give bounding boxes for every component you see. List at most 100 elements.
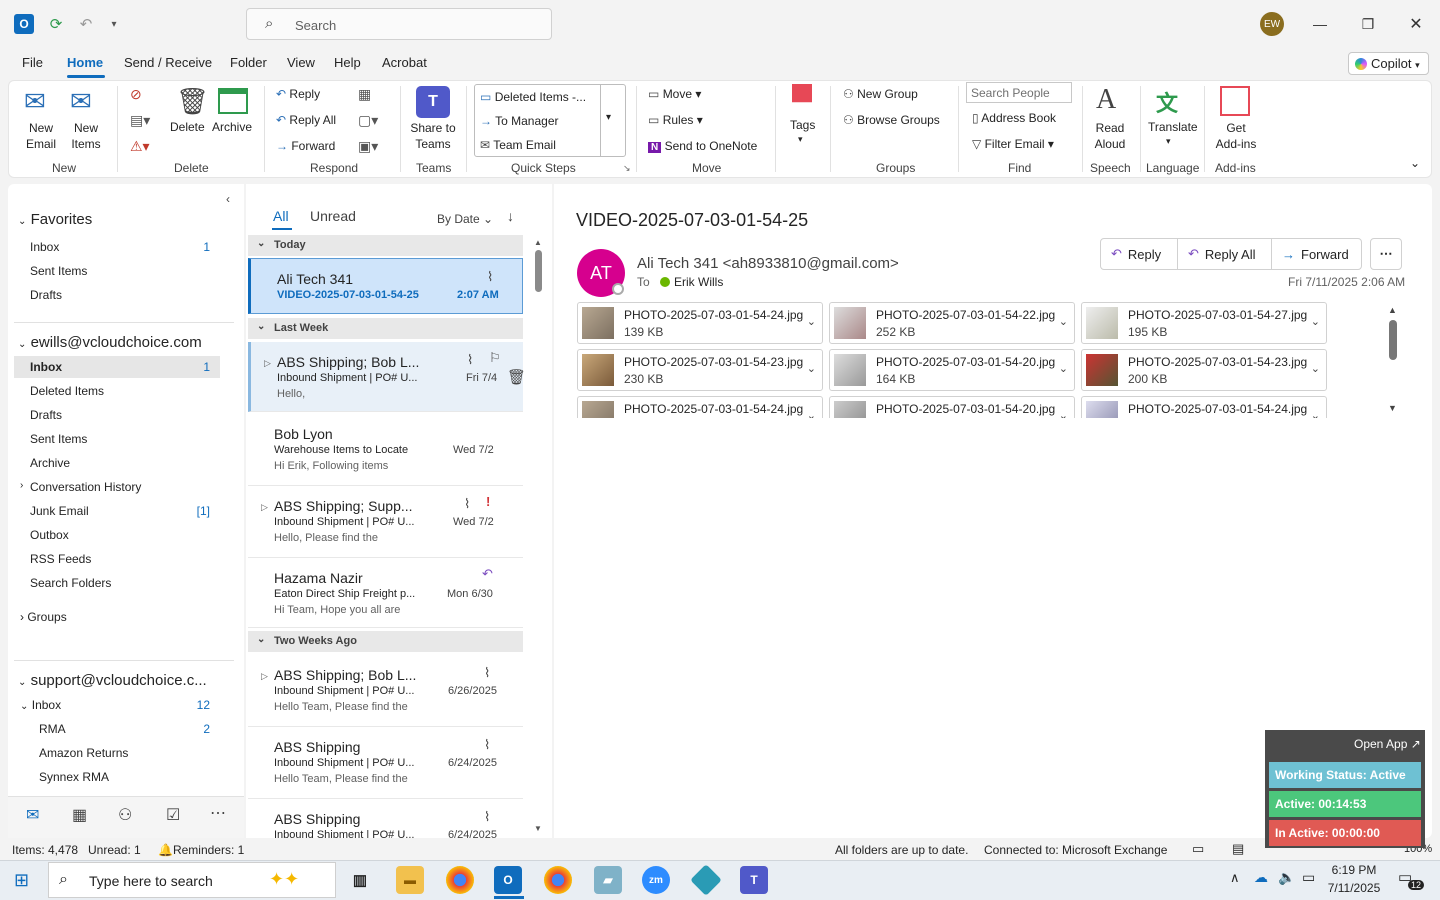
account-header-ewills[interactable]: ⌄ ewills@vcloudchoice.com (18, 334, 202, 351)
dialog-launcher-icon[interactable]: ↘ (623, 163, 631, 174)
delete-icon[interactable]: 🗑 (507, 368, 526, 386)
list-item[interactable]: Hazama Nazir Eaton Direct Ship Freight p… (248, 558, 523, 628)
folder-rss-feeds[interactable]: RSS Feeds (30, 552, 91, 566)
tab-all[interactable]: All (273, 208, 289, 224)
menu-send-receive[interactable]: Send / Receive (124, 55, 212, 70)
meeting-icon[interactable]: ▦ (358, 86, 371, 103)
browse-groups-button[interactable]: ⚇ Browse Groups (843, 113, 940, 127)
onedrive-icon[interactable]: ☁ (1254, 869, 1268, 886)
zoom-icon[interactable]: zm (642, 866, 670, 894)
close-button[interactable]: ✕ (1401, 10, 1431, 38)
chrome-profile-icon[interactable] (544, 866, 572, 894)
fav-inbox[interactable]: Inbox (30, 240, 59, 254)
list-scrollbar[interactable] (534, 236, 542, 836)
reading-forward-button[interactable]: → Forward (1271, 238, 1362, 270)
app-icon[interactable]: ▰ (594, 866, 622, 894)
taskbar-search[interactable]: ⌕ Type here to search ✦✦ (48, 862, 336, 898)
attachments-scroll-thumb[interactable] (1389, 320, 1397, 360)
list-item[interactable]: ▷ ABS Shipping; Bob L... Inbound Shipmen… (248, 342, 526, 412)
groups-header[interactable]: › Groups (20, 610, 67, 624)
attachment-menu-icon[interactable]: ⌄ (1059, 362, 1068, 375)
minimize-button[interactable]: — (1305, 10, 1335, 38)
group-header-two-weeks[interactable]: ⌄ Two Weeks Ago (248, 631, 523, 652)
file-explorer-icon[interactable]: ▬ (396, 866, 424, 894)
sync-icon[interactable]: ⟳ (46, 14, 66, 34)
attachments-scroll-down-icon[interactable]: ▼ (1388, 403, 1397, 413)
list-item[interactable]: ▷ ABS Shipping; Bob L... Inbound Shipmen… (248, 655, 523, 727)
new-items-button[interactable]: New Items (66, 120, 106, 152)
scroll-down-icon[interactable]: ▼ (534, 824, 542, 833)
network-icon[interactable]: ▭ (1302, 869, 1315, 886)
volume-icon[interactable]: 🔈 (1278, 869, 1295, 886)
folder-sent-items[interactable]: Sent Items (30, 432, 87, 446)
new-group-button[interactable]: ⚇ New Group (843, 87, 918, 101)
reply-all-button[interactable]: ↶ Reply All (276, 113, 336, 127)
move-button[interactable]: ▭ Move ▾ (648, 87, 701, 101)
mail-icon[interactable]: ✉ (26, 805, 39, 825)
fav-sent-items[interactable]: Sent Items (30, 264, 87, 278)
list-item[interactable]: ABS Shipping Inbound Shipment | PO# U...… (248, 727, 523, 799)
tab-unread[interactable]: Unread (310, 208, 356, 224)
tray-chevron-icon[interactable]: ∧ (1230, 870, 1240, 886)
folder-synnex-rma[interactable]: Synnex RMA (39, 770, 109, 784)
tags-button[interactable]: Tags (790, 118, 815, 132)
sender-address[interactable]: Ali Tech 341 <ah8933810@gmail.com> (637, 255, 899, 272)
normal-view-icon[interactable]: ▭ (1192, 841, 1204, 857)
attachment-menu-icon[interactable]: ⌄ (1059, 409, 1068, 418)
flag-icon[interactable]: ⚐ (489, 350, 501, 366)
attachment-menu-icon[interactable]: ⌄ (807, 409, 816, 418)
junk-icon[interactable]: ⚠▾ (130, 138, 150, 155)
im-icon[interactable]: ▢▾ (358, 112, 378, 129)
new-email-button[interactable]: New Email (26, 120, 56, 152)
attachment-menu-icon[interactable]: ⌄ (807, 315, 816, 328)
folder-search-folders[interactable]: Search Folders (30, 576, 111, 590)
folder-conversation-history[interactable]: Conversation History (30, 480, 141, 494)
recipient-name[interactable]: Erik Wills (674, 275, 723, 289)
filter-email-button[interactable]: ▽ Filter Email ▾ (972, 137, 1054, 151)
folder-amazon-returns[interactable]: Amazon Returns (39, 746, 128, 760)
more-actions-button[interactable]: ⋯ (1370, 238, 1402, 270)
attachment-menu-icon[interactable]: ⌄ (1311, 409, 1320, 418)
account-avatar[interactable]: EW (1260, 12, 1284, 36)
qs-deleted-items[interactable]: ▭ Deleted Items -... (480, 90, 586, 104)
outlook-taskbar-icon[interactable]: O (494, 866, 522, 894)
reading-reply-button[interactable]: ↶ Reply (1100, 238, 1178, 270)
attachment-card[interactable]: PHOTO-2025-07-03-01-54-20.jpg 164 KB ⌄ (829, 349, 1075, 391)
cleanup-icon[interactable]: ▤▾ (130, 112, 150, 129)
menu-file[interactable]: File (22, 55, 43, 70)
delete-button[interactable]: Delete (170, 120, 205, 134)
forward-button[interactable]: → Forward (276, 139, 335, 153)
address-book-button[interactable]: ▯ Address Book (972, 111, 1056, 125)
list-item[interactable]: Bob Lyon Warehouse Items to Locate Hi Er… (248, 414, 523, 486)
customize-toolbar-icon[interactable]: ▾ (104, 14, 124, 34)
folder-drafts[interactable]: Drafts (30, 408, 62, 422)
more-respond-icon[interactable]: ▣▾ (358, 138, 378, 155)
tasks-icon[interactable]: ☑ (166, 805, 180, 825)
teams-taskbar-icon[interactable]: T (740, 866, 768, 894)
reply-button[interactable]: ↶ Reply (276, 87, 320, 101)
menu-view[interactable]: View (287, 55, 315, 70)
rules-button[interactable]: ▭ Rules ▾ (648, 113, 703, 127)
group-header-last-week[interactable]: ⌄ Last Week (248, 318, 523, 339)
share-to-teams-button[interactable]: Share to Teams (408, 120, 458, 152)
qs-team-email[interactable]: ✉ Team Email (480, 138, 556, 152)
folder-outbox[interactable]: Outbox (30, 528, 69, 542)
attachment-card[interactable]: PHOTO-2025-07-03-01-54-24.jpg 139 KB ⌄ (577, 302, 823, 344)
ribbon-collapse-icon[interactable]: ⌄ (1410, 156, 1420, 170)
menu-folder[interactable]: Folder (230, 55, 267, 70)
attachment-card[interactable]: PHOTO-2025-07-03-01-54-20.jpg ⌄ (829, 396, 1075, 418)
attachment-card[interactable]: PHOTO-2025-07-03-01-54-23.jpg 230 KB ⌄ (577, 349, 823, 391)
calendar-icon[interactable]: ▦ (72, 805, 87, 825)
menu-help[interactable]: Help (334, 55, 361, 70)
attachment-card[interactable]: PHOTO-2025-07-03-01-54-22.jpg 252 KB ⌄ (829, 302, 1075, 344)
read-aloud-button[interactable]: Read Aloud (1093, 120, 1127, 152)
reading-view-icon[interactable]: ▤ (1232, 841, 1244, 857)
expand-thread-icon[interactable]: ▷ (261, 502, 268, 513)
account-header-support[interactable]: ⌄ support@vcloudchoice.c... (18, 672, 207, 689)
group-header-today[interactable]: ⌄ Today (248, 235, 523, 256)
list-item[interactable]: ▷ ABS Shipping; Supp... Inbound Shipment… (248, 486, 523, 558)
undo-icon[interactable]: ↶ (76, 14, 96, 34)
support-inbox[interactable]: ⌄ Inbox (20, 698, 61, 712)
open-app-button[interactable]: Open App ↗ (1354, 737, 1421, 751)
search-box[interactable]: ⌕ Search (246, 8, 552, 40)
